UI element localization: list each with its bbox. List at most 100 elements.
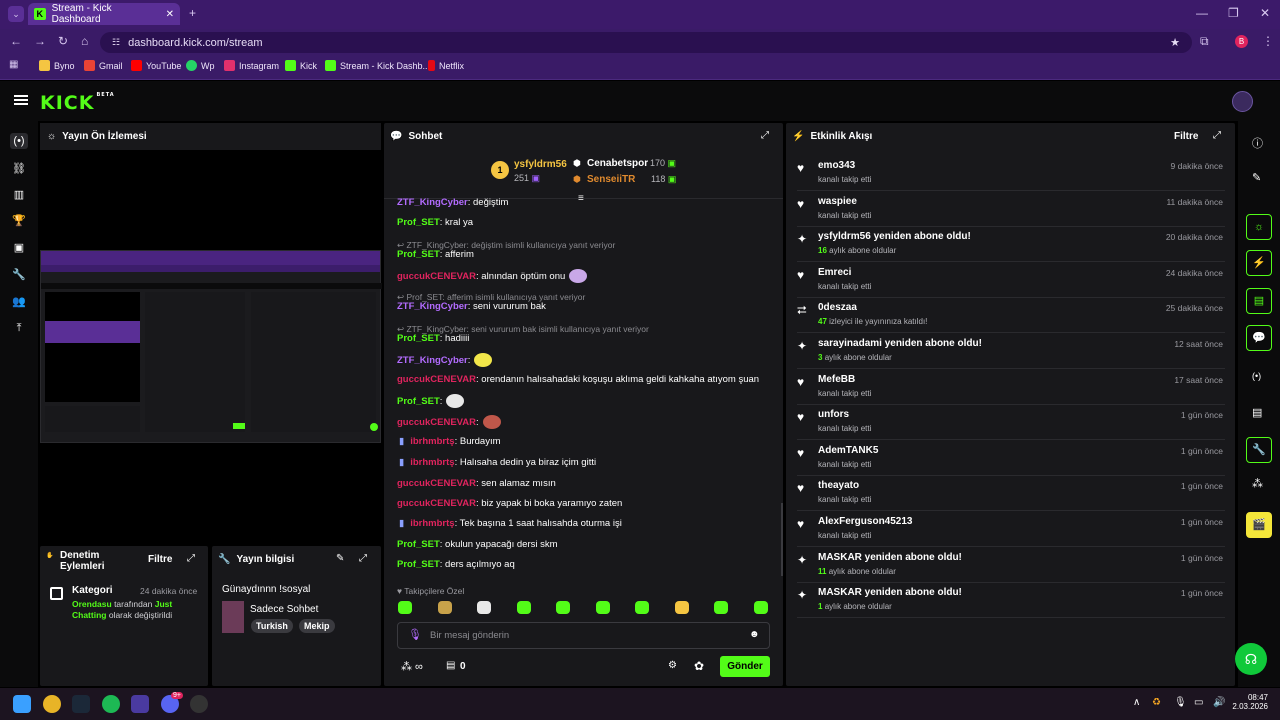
bookmark-item[interactable]: YouTube	[131, 60, 181, 71]
edit-icon[interactable]: ✎	[1252, 171, 1261, 184]
chat-username[interactable]: guccukCENEVAR	[397, 374, 476, 385]
broadcast-icon[interactable]: (•)	[1252, 371, 1261, 381]
minimize-icon[interactable]: —	[1196, 6, 1208, 20]
user-avatar[interactable]	[1232, 91, 1253, 112]
bookmark-item[interactable]: Gmail	[84, 60, 123, 71]
bookmark-item[interactable]: Netflix	[428, 60, 464, 71]
emote-icon[interactable]	[714, 601, 728, 614]
notes-toggle-icon[interactable]: ▤	[1246, 288, 1272, 314]
microphone-icon[interactable]: 🎙	[1174, 697, 1187, 708]
chat-message[interactable]: ▮ ibrhmbrtş: Tek başına 1 saat halısahda …	[397, 518, 622, 529]
chat-message[interactable]: ▮ ibrhmbrtş: Burdayım	[397, 436, 501, 447]
chat-username[interactable]: ZTF_KingCyber	[397, 197, 468, 208]
hamburger-menu-icon[interactable]	[14, 95, 28, 105]
analytics-nav-icon[interactable]: ▥	[11, 187, 27, 203]
extensions-icon[interactable]: ⧉	[1200, 34, 1209, 49]
links-nav-icon[interactable]: ⛓	[11, 161, 27, 177]
popout-icon[interactable]: ⤢	[187, 553, 195, 564]
tab-search-icon[interactable]: ⌄	[8, 6, 24, 22]
chat-username[interactable]: Prof_SET	[397, 217, 440, 228]
print-icon[interactable]: ▤	[1252, 406, 1262, 419]
emote-icon[interactable]	[398, 601, 412, 614]
activity-filter-button[interactable]: Filtre	[1174, 131, 1198, 142]
vantage-icon[interactable]	[131, 695, 149, 713]
popout-icon[interactable]: ⤢	[761, 130, 769, 141]
menu-icon[interactable]: ⋮	[1262, 34, 1274, 48]
send-button[interactable]: Gönder	[720, 656, 770, 677]
activity-item[interactable]: ✦ ysfyldrm56 yeniden abone oldu! 16 aylık …	[797, 227, 1225, 263]
chat-scrollbar[interactable]	[781, 503, 783, 576]
emote-icon[interactable]	[635, 601, 649, 614]
chat-username[interactable]: guccukCENEVAR	[397, 417, 476, 428]
chat-username[interactable]: Prof_SET	[397, 396, 440, 407]
tools-nav-icon[interactable]: 🔧	[11, 267, 27, 283]
activity-item[interactable]: ♥ MefeBB kanalı takip etti 17 saat önce	[797, 370, 1225, 405]
settings-gear-icon[interactable]: ⚙	[668, 660, 677, 671]
points-icon[interactable]: ⁂	[1252, 477, 1263, 490]
chat-username[interactable]: Prof_SET	[397, 249, 440, 260]
clock[interactable]: 08:47 2.03.2026	[1232, 693, 1268, 711]
trophy-nav-icon[interactable]: 🏆	[11, 213, 27, 229]
activity-item[interactable]: ✦ MASKAR yeniden abone oldu! 1 aylık abone…	[797, 583, 1225, 619]
chat-message[interactable]: Prof_SET: kral ya	[397, 217, 473, 228]
activity-item[interactable]: ♥ AdemTANK5 kanalı takip etti 1 gün önce	[797, 441, 1225, 476]
chat-username[interactable]: guccukCENEVAR	[397, 498, 476, 509]
media-nav-icon[interactable]: ▣	[11, 240, 27, 256]
apps-grid-icon[interactable]: ▦	[9, 59, 18, 70]
stream-nav-icon[interactable]: (•)	[10, 133, 28, 149]
bookmark-item[interactable]: Byno	[39, 60, 75, 71]
activity-toggle-icon[interactable]: ⚡	[1246, 250, 1272, 276]
spotify-icon[interactable]	[102, 695, 120, 713]
chat-message[interactable]: Prof_SET: okulun yapacağı dersi skm	[397, 539, 558, 550]
emote-icon[interactable]	[437, 601, 452, 614]
chat-message[interactable]: Prof_SET: ders açılmıyo aq	[397, 559, 515, 570]
bookmark-item[interactable]: Kick	[285, 60, 317, 71]
chat-toggle-icon[interactable]: 💬	[1246, 325, 1272, 351]
chat-username[interactable]: ZTF_KingCyber	[397, 355, 468, 366]
chat-message[interactable]: ZTF_KingCyber:	[397, 353, 493, 367]
bookmark-item[interactable]: Instagram	[224, 60, 279, 71]
profile-avatar[interactable]: B	[1235, 35, 1248, 48]
microphone-icon[interactable]: 🎙	[408, 628, 422, 641]
chat-message[interactable]: Prof_SET: afferim	[397, 249, 474, 260]
activity-item[interactable]: ♥ emo343 kanalı takip etti 9 dakika önce	[797, 156, 1225, 191]
activity-item[interactable]: ♥ unfors kanalı takip etti 1 gün önce	[797, 405, 1225, 441]
windows-start-icon[interactable]	[13, 695, 31, 713]
users-nav-icon[interactable]: 👥	[11, 294, 27, 310]
new-tab-icon[interactable]: +	[189, 6, 196, 20]
activity-item[interactable]: ♥ AlexFerguson45213 kanalı takip etti 1 gün…	[797, 512, 1225, 547]
restore-icon[interactable]: ❐	[1228, 6, 1239, 20]
edit-icon[interactable]: ✎	[336, 553, 344, 564]
activity-item[interactable]: ✦ sarayinadami yeniden abone oldu! 3 aylık…	[797, 334, 1225, 369]
chat-username[interactable]: Prof_SET	[397, 333, 440, 344]
site-info-icon[interactable]: ☷	[112, 37, 120, 48]
preview-toggle-icon[interactable]: ☼	[1246, 214, 1272, 240]
back-icon[interactable]: ←	[10, 34, 22, 48]
emote-icon[interactable]	[516, 601, 531, 614]
emote-menu-icon[interactable]: ✿	[694, 659, 704, 673]
popout-icon[interactable]: ⤢	[1213, 130, 1221, 141]
moderation-filter-button[interactable]: Filtre	[148, 554, 172, 565]
popout-icon[interactable]: ⤢	[359, 553, 367, 564]
chat-username[interactable]: Prof_SET	[397, 559, 440, 570]
chat-message[interactable]: ▮ ibrhmbrtş: Halısaha dedin ya biraz içim…	[397, 457, 596, 468]
chat-username[interactable]: guccukCENEVAR	[397, 271, 476, 282]
chat-message[interactable]: Prof_SET: hadiiii	[397, 333, 469, 344]
chest-icon[interactable]: ▤	[446, 660, 455, 671]
chat-username[interactable]: guccukCENEVAR	[397, 478, 476, 489]
chrome-icon[interactable]	[43, 695, 61, 713]
bookmark-item[interactable]: Wp	[186, 60, 215, 71]
info-icon[interactable]: ⓘ	[1252, 135, 1263, 151]
tools-toggle-icon[interactable]: 🔧	[1246, 437, 1272, 463]
chat-message[interactable]: guccukCENEVAR: biz yapak bi boka yaramıy…	[397, 498, 622, 509]
emote-icon[interactable]	[477, 601, 491, 614]
obs-icon[interactable]	[190, 695, 208, 713]
reload-icon[interactable]: ↻	[58, 34, 68, 48]
network-icon[interactable]: ▭	[1194, 697, 1203, 708]
emoji-picker-icon[interactable]: ☻	[749, 629, 760, 640]
chat-message[interactable]: Prof_SET:	[397, 394, 465, 408]
steam-icon[interactable]	[72, 695, 90, 713]
url-input[interactable]: ☷ dashboard.kick.com/stream ★	[100, 32, 1192, 53]
chat-message[interactable]: ZTF_KingCyber: seni vururum bak	[397, 301, 546, 312]
chat-message[interactable]: ZTF_KingCyber: değiştim	[397, 197, 508, 208]
